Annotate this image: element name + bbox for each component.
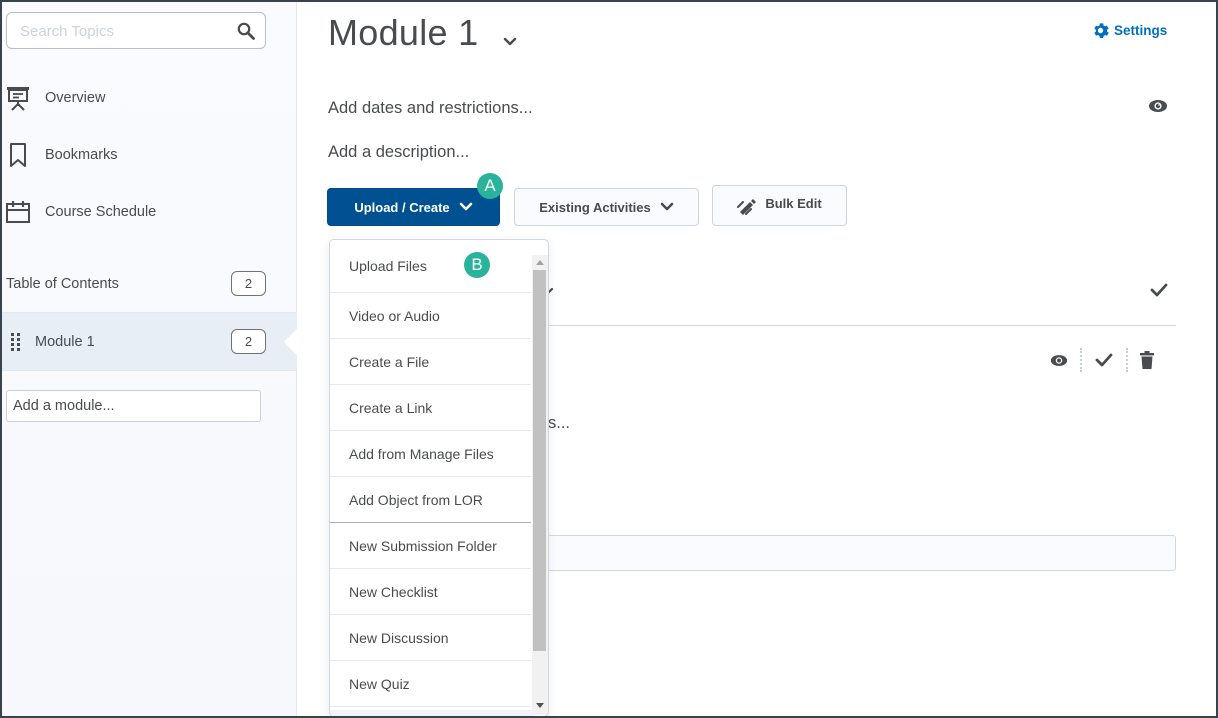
visibility-eye-icon[interactable] (1050, 354, 1068, 367)
menu-item-new-discussion[interactable]: New Discussion (330, 615, 531, 661)
divider (1080, 348, 1082, 372)
existing-activities-label: Existing Activities (539, 199, 651, 215)
menu-item-label: New Checklist (349, 583, 438, 600)
add-description-link[interactable]: Add a description... (328, 143, 469, 162)
search-icon[interactable] (237, 22, 255, 40)
chevron-down-icon (459, 202, 472, 211)
drag-handle-icon[interactable] (11, 332, 21, 351)
bulk-edit-button[interactable]: Bulk Edit (712, 185, 847, 226)
callout-b-badge: B (464, 252, 490, 278)
bookmark-icon (5, 142, 31, 168)
divider (538, 325, 1176, 326)
divider (1126, 348, 1128, 372)
menu-item-label: Create a Link (349, 399, 433, 416)
sidebar-item-bookmarks[interactable]: Bookmarks (2, 137, 282, 173)
menu-item-label: Create a File (349, 353, 430, 370)
menu-item-label: New Submission Folder (349, 537, 497, 554)
sidebar-item-label: Bookmarks (45, 147, 118, 163)
settings-link[interactable]: Settings (1092, 22, 1167, 39)
chevron-down-icon (660, 202, 674, 211)
count-badge: 2 (231, 271, 266, 296)
menu-item-new-quiz[interactable]: New Quiz (330, 661, 531, 707)
table-of-contents-item[interactable]: Table of Contents 2 (2, 255, 297, 313)
menu-item-label: New Discussion (349, 629, 449, 646)
menu-scrollbar[interactable] (532, 255, 548, 715)
app-window: Overview Bookmarks Course Schedule (2, 2, 1216, 716)
menu-item-label: Add Object from LOR (349, 491, 483, 508)
gear-icon (1094, 23, 1109, 38)
menu-item-label: Upload Files (349, 258, 427, 274)
menu-item-label: Add from Manage Files (349, 445, 494, 462)
scroll-down-arrow-icon[interactable] (536, 703, 544, 708)
search-topics-box (6, 12, 266, 49)
checkmark-icon[interactable] (1149, 281, 1169, 299)
bulk-edit-label: Bulk Edit (765, 196, 822, 211)
pencil-edit-icon (737, 199, 757, 215)
table-of-contents-label: Table of Contents (6, 275, 119, 292)
menu-list: Upload Files B Video or Audio Create a F… (330, 240, 531, 707)
upload-create-menu: Upload Files B Video or Audio Create a F… (329, 239, 549, 716)
menu-item-upload-files[interactable]: Upload Files B (330, 240, 531, 293)
menu-item-label: New Quiz (349, 675, 410, 692)
sidebar-item-overview[interactable]: Overview (2, 80, 282, 116)
checkmark-icon[interactable] (1094, 351, 1114, 369)
menu-footer (330, 710, 534, 716)
existing-activities-button[interactable]: Existing Activities (514, 188, 699, 226)
sidebar-item-label: Course Schedule (45, 204, 157, 220)
menu-item-create-a-link[interactable]: Create a Link (330, 385, 531, 431)
callout-a-badge: A (477, 173, 503, 199)
menu-item-new-checklist[interactable]: New Checklist (330, 569, 531, 615)
upload-create-label: Upload / Create (354, 199, 450, 215)
add-dates-restrictions-link[interactable]: Add dates and restrictions... (328, 99, 533, 118)
menu-item-new-submission-folder[interactable]: New Submission Folder (330, 523, 531, 569)
search-topics-input[interactable] (20, 21, 220, 41)
presentation-board-icon (5, 85, 31, 111)
scrollbar-thumb[interactable] (533, 270, 546, 651)
scroll-up-arrow-icon[interactable] (536, 260, 544, 265)
calendar-icon (5, 199, 31, 225)
sidebar-item-label: Overview (45, 90, 106, 106)
count-badge: 2 (231, 329, 266, 354)
add-topic-input[interactable] (538, 535, 1176, 571)
add-module-input[interactable] (7, 391, 260, 421)
menu-item-video-or-audio[interactable]: Video or Audio (330, 293, 531, 339)
menu-item-create-a-file[interactable]: Create a File (330, 339, 531, 385)
partial-link-text[interactable]: s... (548, 414, 570, 433)
upload-create-button[interactable]: Upload / Create (327, 188, 500, 226)
module-label: Module 1 (35, 333, 95, 350)
topic-row-actions (1050, 346, 1154, 374)
add-module-box (6, 390, 261, 422)
menu-item-add-object-from-lor[interactable]: Add Object from LOR (330, 477, 531, 523)
selected-indicator (284, 328, 298, 356)
menu-item-add-from-manage-files[interactable]: Add from Manage Files (330, 431, 531, 477)
sidebar-item-course-schedule[interactable]: Course Schedule (2, 194, 282, 230)
sidebar-module-item[interactable]: Module 1 2 (2, 313, 298, 371)
sidebar: Overview Bookmarks Course Schedule (2, 2, 298, 716)
settings-label: Settings (1114, 23, 1168, 38)
menu-item-label: Video or Audio (349, 307, 440, 324)
page-title[interactable]: Module 1 (328, 12, 479, 54)
chevron-down-icon[interactable] (502, 36, 518, 48)
trash-icon[interactable] (1140, 351, 1154, 369)
visibility-eye-icon[interactable] (1148, 99, 1168, 113)
